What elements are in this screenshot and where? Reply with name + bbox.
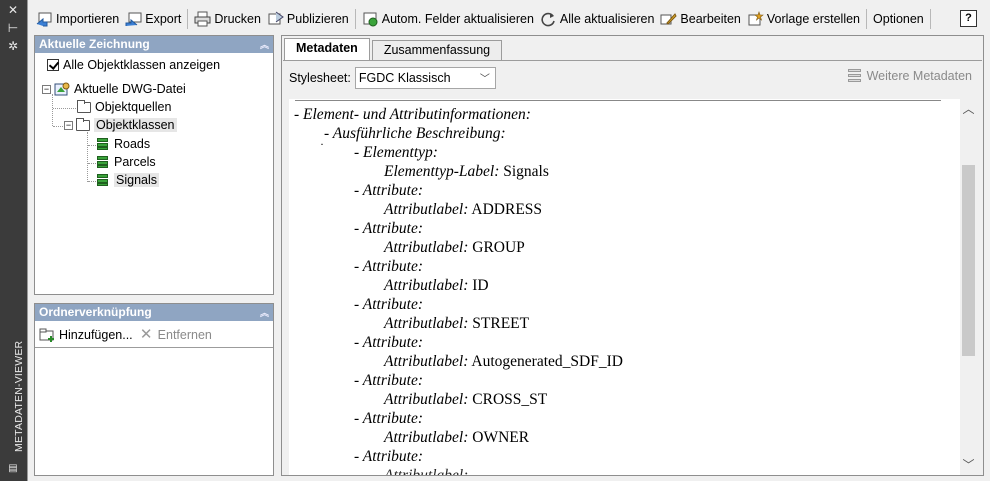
metadata-viewer: Importieren Export Drucken Publizieren A… — [27, 0, 990, 481]
pin-icon[interactable]: ⊢ — [6, 22, 20, 34]
stylesheet-dropdown[interactable]: FGDC Klassisch ﹀ — [354, 67, 496, 89]
divider — [35, 347, 273, 348]
entity-type-label-row: Elementtyp-Label: Signals — [384, 163, 549, 180]
tree-item-object-classes[interactable]: − Objektklassen — [64, 117, 177, 132]
print-button[interactable]: Drucken — [191, 8, 264, 30]
refresh-icon — [540, 11, 557, 27]
printer-icon — [194, 11, 211, 27]
collapse-icon[interactable]: ︽ — [260, 37, 269, 54]
section-entity-attribute: - Element- und Attributinformationen: — [294, 106, 531, 123]
template-icon — [747, 11, 764, 27]
main-toolbar: Importieren Export Drucken Publizieren A… — [28, 6, 990, 32]
close-icon[interactable]: ✕ — [6, 4, 20, 16]
folder-link-panel: Ordnerverknüpfung ︽ Hinzufügen... ✕ Entf… — [34, 303, 274, 476]
options-button[interactable]: Optionen — [870, 8, 927, 30]
update-all-button[interactable]: Alle aktualisieren — [537, 8, 658, 30]
import-icon — [36, 11, 53, 27]
add-folder-button[interactable]: Hinzufügen... — [37, 324, 135, 346]
tree-item-layer[interactable]: Parcels — [96, 155, 156, 169]
settings-icon[interactable]: ✲ — [6, 40, 20, 52]
collapse-tree-icon[interactable]: − — [64, 120, 73, 130]
export-button[interactable]: Export — [122, 8, 184, 30]
tab-body: Stylesheet: FGDC Klassisch ﹀ Weitere Met… — [283, 60, 982, 475]
attribute-heading: - Attribute: — [354, 372, 424, 389]
tab-summary[interactable]: Zusammenfassung — [371, 40, 503, 60]
tree-item-layer[interactable]: Roads — [96, 137, 150, 151]
tree-item-layer-selected[interactable]: Signals — [96, 173, 159, 187]
attribute-label-row: Attributlabel: ID — [384, 277, 489, 294]
export-icon — [125, 11, 142, 27]
metadata-pane: Metadaten Zusammenfassung Stylesheet: FG… — [281, 35, 984, 476]
remove-folder-button[interactable]: ✕ Entfernen — [135, 324, 215, 346]
tab-metadata[interactable]: Metadaten — [284, 38, 370, 60]
toolbar-separator — [866, 9, 868, 29]
menu-icon[interactable]: ▤ — [6, 463, 20, 475]
feature-class-icon — [96, 137, 109, 151]
import-button[interactable]: Importieren — [33, 8, 122, 30]
section-detailed-description: - Ausführliche Beschreibung: — [324, 125, 506, 142]
attribute-heading: - Attribute: — [354, 182, 424, 199]
folder-link-toolbar: Hinzufügen... ✕ Entfernen — [37, 324, 215, 346]
stylesheet-row: Stylesheet: FGDC Klassisch ﹀ — [289, 67, 496, 89]
remove-icon: ✕ — [139, 326, 153, 343]
tree-connector — [53, 108, 76, 109]
folder-link-header[interactable]: Ordnerverknüpfung ︽ — [35, 304, 273, 321]
palette-title: METADATEN-VIEWER — [13, 340, 25, 452]
vertical-scrollbar[interactable]: ︿ ﹀ — [960, 99, 977, 475]
show-all-classes-checkbox[interactable]: Alle Objektklassen anzeigen — [47, 58, 220, 72]
attribute-label-row-cut-off: Attributlabel: — [384, 467, 468, 475]
horizontal-rule — [295, 100, 941, 101]
update-fields-icon — [362, 11, 379, 27]
feature-class-icon — [96, 155, 109, 169]
edit-icon — [660, 11, 678, 27]
more-metadata-button[interactable]: Weitere Metadaten — [847, 69, 972, 83]
chevron-down-icon: ﹀ — [479, 74, 490, 85]
tree-connector — [52, 94, 53, 126]
help-button[interactable]: ? — [960, 10, 977, 27]
publish-icon — [267, 11, 284, 27]
attribute-label-row: Attributlabel: CROSS_ST — [384, 391, 548, 408]
tab-strip: Metadaten Zusammenfassung — [284, 38, 504, 60]
metadata-document[interactable]: - Element- und Attributinformationen: - … — [289, 99, 977, 475]
attribute-heading: - Attribute: — [354, 334, 424, 351]
tree-item-current-dwg[interactable]: − Aktuelle DWG-Datei — [42, 82, 186, 96]
toolbar-separator — [929, 9, 931, 29]
current-drawing-header[interactable]: Aktuelle Zeichnung ︽ — [35, 36, 273, 53]
attribute-heading: - Attribute: — [354, 220, 424, 237]
attribute-heading: - Attribute: — [354, 410, 424, 427]
collapse-tree-icon[interactable]: − — [42, 84, 51, 94]
bullet-dot: · — [320, 137, 324, 151]
attribute-label-row: Attributlabel: Autogenerated_SDF_ID — [384, 353, 623, 370]
current-drawing-panel: Aktuelle Zeichnung ︽ Alle Objektklassen … — [34, 35, 274, 295]
publish-button[interactable]: Publizieren — [264, 8, 352, 30]
scroll-down-icon[interactable]: ﹀ — [960, 456, 977, 474]
attribute-label-row: Attributlabel: GROUP — [384, 239, 525, 256]
scroll-up-icon[interactable]: ︿ — [960, 100, 977, 118]
add-folder-icon — [39, 327, 56, 343]
update-fields-button[interactable]: Autom. Felder aktualisieren — [359, 8, 537, 30]
edit-button[interactable]: Bearbeiten — [657, 8, 743, 30]
tree-connector — [53, 126, 63, 127]
attribute-label-row: Attributlabel: OWNER — [384, 429, 530, 446]
create-template-button[interactable]: Vorlage erstellen — [744, 8, 863, 30]
collapse-icon[interactable]: ︽ — [260, 305, 269, 322]
checkbox-checked-icon[interactable] — [47, 59, 59, 71]
attribute-heading: - Attribute: — [354, 296, 424, 313]
scrollbar-thumb[interactable] — [962, 165, 975, 356]
toolbar-separator — [187, 9, 189, 29]
section-entity-type: - Elementtyp: — [354, 144, 438, 161]
attribute-label-row: Attributlabel: STREET — [384, 315, 530, 332]
toolbar-separator — [354, 9, 356, 29]
attribute-heading: - Attribute: — [354, 448, 424, 465]
attribute-heading: - Attribute: — [354, 258, 424, 275]
metadata-stack-icon — [847, 69, 863, 83]
dwg-file-icon — [54, 82, 70, 96]
feature-class-icon — [96, 173, 109, 187]
palette-side-strip: ✕ ⊢ ✲ METADATEN-VIEWER ▤ — [0, 0, 27, 481]
folder-icon — [77, 99, 91, 113]
attribute-label-row: Attributlabel: ADDRESS — [384, 201, 543, 218]
folder-open-icon — [76, 117, 90, 131]
tree-connector — [87, 132, 88, 182]
tree-item-object-sources[interactable]: Objektquellen — [77, 99, 171, 114]
